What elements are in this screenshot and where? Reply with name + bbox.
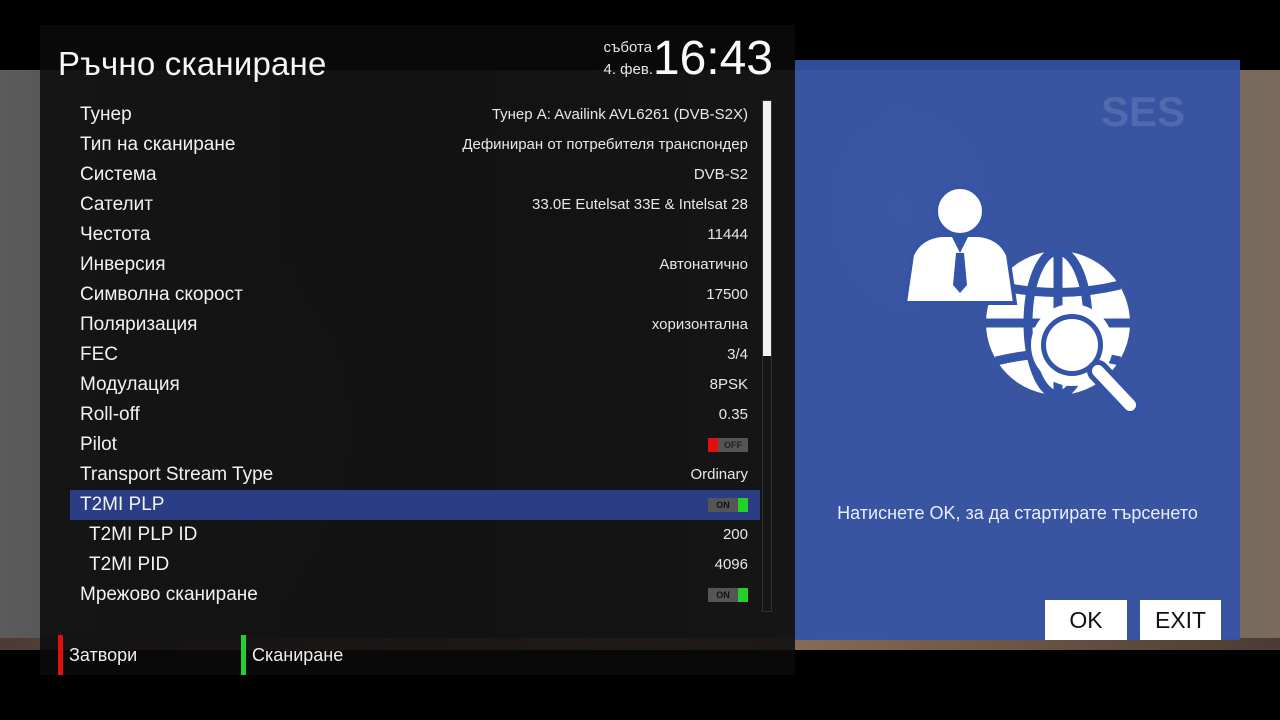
setting-label: T2MI PLP ID [89, 524, 198, 545]
manual-scan-menu: Ръчно сканиране събота 4. фев. 16:43 Тун… [40, 25, 795, 675]
toggle-indicator [738, 588, 748, 602]
setting-row[interactable]: T2MI PLP ON [70, 490, 760, 520]
setting-row[interactable]: Тунер Тунер A: Availink AVL6261 (DVB-S2X) [70, 100, 760, 130]
setting-label: Сателит [80, 194, 153, 215]
setting-label: Мрежово сканиране [80, 584, 258, 605]
ok-button[interactable]: OK [1045, 600, 1127, 640]
setting-row[interactable]: Мрежово сканиране ON [70, 580, 760, 610]
setting-row[interactable]: FEC 3/4 [70, 340, 760, 370]
setting-value: 4096 [714, 556, 748, 573]
clock: 16:43 [652, 32, 773, 85]
settings-list: Тунер Тунер A: Availink AVL6261 (DVB-S2X)… [70, 100, 760, 610]
setting-row[interactable]: Pilot OFF [70, 430, 760, 460]
setting-label: Модулация [80, 374, 180, 395]
setting-value: 33.0E Eutelsat 33E & Intelsat 28 [532, 196, 748, 213]
setting-row[interactable]: Инверсия Автонатично [70, 250, 760, 280]
toggle-switch[interactable]: OFF [708, 438, 748, 452]
setting-value: Тунер A: Availink AVL6261 (DVB-S2X) [491, 106, 748, 123]
scrollbar[interactable] [762, 100, 772, 612]
setting-label: Поляризация [80, 314, 198, 335]
red-key-icon [58, 635, 63, 675]
footer-keys: Затвори Сканиране [58, 635, 758, 675]
setting-label: Тип на сканиране [80, 134, 236, 155]
setting-label: FEC [80, 344, 118, 365]
date-label: 4. фев. [603, 61, 654, 78]
green-key-icon [241, 635, 246, 675]
setting-value: Дефиниран от потребителя транспондер [462, 136, 748, 153]
setting-value: 8PSK [709, 376, 748, 393]
toggle-switch[interactable]: ON [708, 498, 748, 512]
setting-label: Transport Stream Type [80, 464, 274, 485]
toggle-indicator [708, 438, 718, 452]
scan-key-label: Сканиране [252, 644, 344, 665]
setting-label: T2MI PID [89, 554, 170, 575]
setting-row[interactable]: Сателит 33.0E Eutelsat 33E & Intelsat 28 [70, 190, 760, 220]
user-globe-search-icon [902, 185, 1143, 418]
exit-button[interactable]: EXIT [1140, 600, 1221, 640]
setting-label: Тунер [80, 104, 132, 125]
weekday-label: събота [603, 39, 653, 56]
setting-value: 200 [722, 526, 748, 543]
toggle-indicator [738, 498, 748, 512]
info-panel: SES Натиснете OK, за да стартирате търсе… [795, 60, 1240, 640]
setting-row[interactable]: T2MI PLP ID 200 [70, 520, 760, 550]
setting-row[interactable]: Честота 11444 [70, 220, 760, 250]
setting-value: хоризонтална [651, 316, 748, 333]
close-key[interactable]: Затвори [58, 635, 137, 675]
scan-key[interactable]: Сканиране [241, 635, 343, 675]
instruction-message: Натиснете OK, за да стартирате търсенето [837, 503, 1198, 523]
toggle-state: ON [716, 500, 730, 510]
setting-label: Инверсия [80, 254, 166, 275]
setting-value: 3/4 [727, 346, 748, 363]
toggle-state: OFF [724, 440, 742, 450]
setting-row[interactable]: Поляризация хоризонтална [70, 310, 760, 340]
setting-value: Ordinary [690, 466, 748, 483]
setting-value: DVB-S2 [693, 166, 748, 183]
setting-row[interactable]: Тип на сканиране Дефиниран от потребителя… [70, 130, 760, 160]
setting-label: Roll-off [80, 404, 140, 425]
setting-value: 17500 [706, 286, 748, 303]
setting-label: Честота [80, 224, 151, 245]
setting-label: T2MI PLP [80, 494, 165, 515]
setting-row[interactable]: T2MI PID 4096 [70, 550, 760, 580]
setting-value: Автонатично [659, 256, 748, 273]
ses-watermark: SES [1100, 88, 1185, 135]
setting-label: Символна скорост [80, 284, 243, 305]
setting-label: Система [80, 164, 157, 185]
scrollbar-thumb[interactable] [763, 101, 771, 356]
close-key-label: Затвори [69, 644, 138, 665]
setting-label: Pilot [80, 434, 117, 455]
setting-value: 0.35 [718, 406, 748, 423]
setting-row[interactable]: Модулация 8PSK [70, 370, 760, 400]
page-title: Ръчно сканиране [58, 45, 327, 82]
toggle-state: ON [716, 590, 730, 600]
setting-row[interactable]: Transport Stream Type Ordinary [70, 460, 760, 490]
date-display: събота 4. фев. [604, 37, 654, 81]
toggle-switch[interactable]: ON [708, 588, 748, 602]
setting-value: 11444 [707, 226, 748, 243]
setting-row[interactable]: Символна скорост 17500 [70, 280, 760, 310]
setting-row[interactable]: Система DVB-S2 [70, 160, 760, 190]
setting-row[interactable]: Roll-off 0.35 [70, 400, 760, 430]
